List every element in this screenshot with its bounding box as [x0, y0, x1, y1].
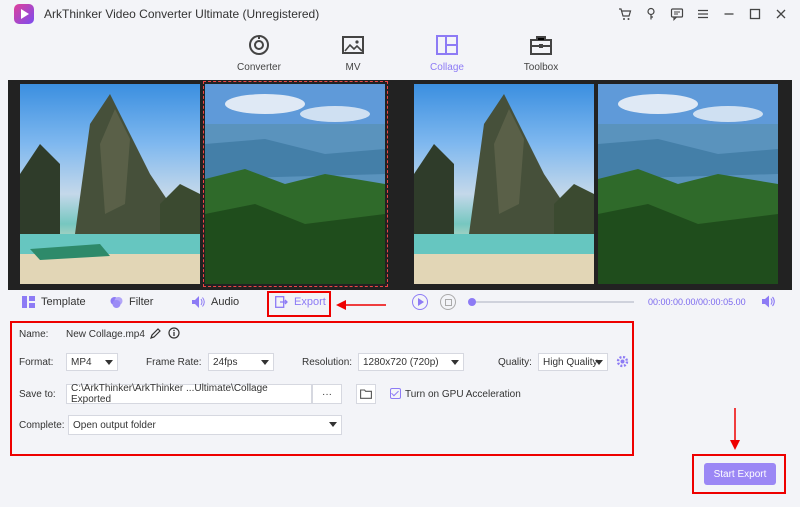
frame-rate-select[interactable]: 24fps	[208, 353, 274, 371]
tab-label: MV	[345, 62, 361, 73]
collage-preview	[8, 80, 792, 290]
complete-action-value: Open output folder	[73, 419, 156, 431]
close-icon[interactable]	[770, 4, 792, 24]
start-export-button[interactable]: Start Export	[704, 463, 776, 485]
format-label: Format:	[19, 357, 54, 368]
output-preview-right	[598, 84, 778, 284]
filter-tab[interactable]: Filter	[110, 296, 153, 308]
quality-value: High Quality	[543, 356, 598, 368]
mv-image-icon	[318, 30, 388, 60]
maximize-icon[interactable]	[744, 4, 766, 24]
chevron-down-icon	[105, 360, 113, 365]
chevron-down-icon	[261, 360, 269, 365]
gpu-acceleration-label: Turn on GPU Acceleration	[405, 389, 521, 400]
tab-label: Collage	[430, 62, 464, 73]
edit-pencil-icon[interactable]	[150, 328, 161, 339]
browse-label: ···	[322, 388, 332, 400]
tab-toolbox[interactable]: Toolbox	[506, 30, 576, 73]
template-icon	[22, 296, 35, 308]
file-name-value: New Collage.mp4	[66, 329, 145, 340]
resolution-select[interactable]: 1280x720 (720p)	[358, 353, 464, 371]
open-folder-button[interactable]	[356, 384, 376, 404]
audio-label: Audio	[211, 296, 240, 308]
tab-label: Converter	[237, 62, 281, 73]
feedback-icon[interactable]	[666, 4, 688, 24]
window-controls	[614, 4, 792, 24]
key-icon[interactable]	[640, 4, 662, 24]
tab-collage[interactable]: Collage	[412, 30, 482, 73]
menu-icon[interactable]	[692, 4, 714, 24]
main-nav: Converter MV Collage Toolbox	[0, 30, 800, 78]
stop-icon[interactable]	[440, 294, 456, 310]
format-value: MP4	[71, 356, 92, 368]
progress-track[interactable]	[472, 301, 634, 303]
output-preview-left	[414, 84, 594, 284]
save-to-label: Save to:	[19, 389, 56, 400]
complete-label: Complete:	[19, 420, 65, 431]
volume-icon[interactable]	[762, 295, 776, 308]
toolbox-icon	[506, 30, 576, 60]
start-export-arrow-icon	[730, 408, 740, 450]
filter-icon	[110, 297, 123, 308]
resolution-value: 1280x720 (720p)	[363, 356, 439, 368]
playback-time: 00:00:00.00/00:00:05.00	[648, 297, 746, 307]
save-path-field[interactable]: C:\ArkThinker\ArkThinker ...Ultimate\Col…	[66, 383, 312, 405]
audio-tab[interactable]: Audio	[192, 296, 239, 308]
collage-cell-left[interactable]	[20, 84, 200, 284]
export-highlight-box	[267, 291, 331, 317]
format-select[interactable]: MP4	[66, 353, 118, 371]
minimize-icon[interactable]	[718, 4, 740, 24]
frame-rate-label: Frame Rate:	[146, 357, 202, 368]
chevron-down-icon	[451, 360, 459, 365]
progress-knob[interactable]	[468, 298, 476, 306]
converter-icon	[224, 30, 294, 60]
play-icon[interactable]	[412, 294, 428, 310]
template-tab[interactable]: Template	[22, 296, 86, 308]
complete-action-select[interactable]: Open output folder	[68, 415, 342, 435]
tab-label: Toolbox	[523, 62, 559, 73]
resolution-label: Resolution:	[302, 357, 353, 368]
chevron-down-icon	[595, 360, 603, 365]
template-label: Template	[41, 296, 86, 308]
cart-icon[interactable]	[614, 4, 636, 24]
title-bar: ArkThinker Video Converter Ultimate (Unr…	[0, 0, 800, 28]
tab-converter[interactable]: Converter	[224, 30, 294, 73]
name-label: Name:	[19, 329, 49, 340]
speaker-icon	[192, 296, 205, 308]
save-path-value: C:\ArkThinker\ArkThinker ...Ultimate\Col…	[71, 383, 268, 405]
quality-label: Quality:	[498, 357, 532, 368]
export-arrow-icon	[336, 300, 386, 310]
gear-icon[interactable]	[616, 355, 629, 368]
browse-button[interactable]: ···	[312, 384, 342, 404]
app-logo-icon	[14, 4, 34, 24]
collage-grid-icon	[412, 30, 482, 60]
tab-mv[interactable]: MV	[318, 30, 388, 73]
collage-cell-right[interactable]	[205, 84, 385, 284]
chevron-down-icon	[329, 422, 337, 427]
window-title: ArkThinker Video Converter Ultimate (Unr…	[44, 7, 320, 21]
export-settings-panel: Name: New Collage.mp4 Format: MP4 Frame …	[10, 321, 634, 456]
frame-rate-value: 24fps	[213, 356, 238, 368]
filter-label: Filter	[129, 296, 154, 308]
quality-select[interactable]: High Quality	[538, 353, 608, 371]
info-icon[interactable]	[168, 327, 180, 339]
gpu-acceleration-checkbox[interactable]	[390, 388, 401, 399]
playback-controls: 00:00:00.00/00:00:05.00	[410, 292, 794, 312]
folder-icon	[360, 389, 372, 399]
